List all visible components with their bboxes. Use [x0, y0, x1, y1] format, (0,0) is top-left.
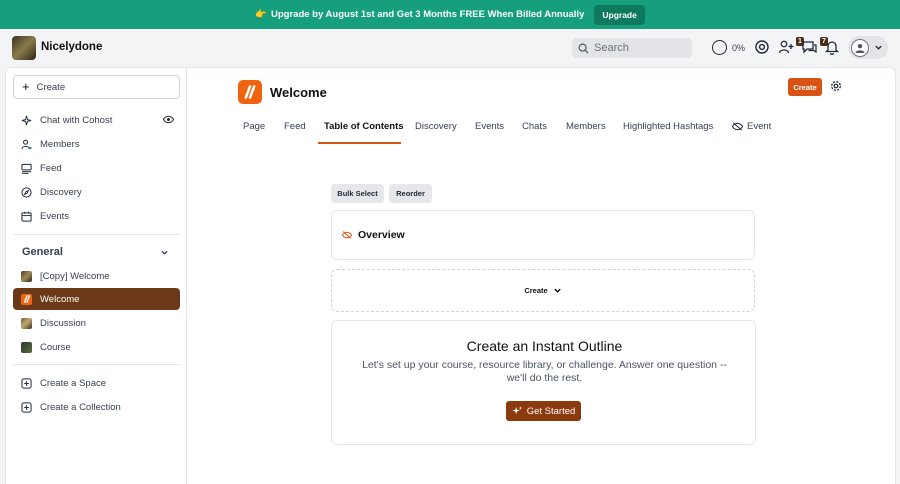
sidebar-space-course[interactable]: Course [13, 336, 180, 358]
community-logo[interactable] [12, 36, 36, 60]
sidebar-item-label: Members [40, 138, 80, 150]
messages-button[interactable]: 7 [801, 37, 828, 55]
get-started-button[interactable]: Get Started [506, 401, 581, 421]
tab-event[interactable]: Event [732, 121, 771, 132]
eye-icon[interactable] [163, 115, 174, 124]
sidebar-divider [13, 234, 180, 235]
sidebar-item-feed[interactable]: Feed [13, 157, 180, 179]
promo-banner: 👉 Upgrade by August 1st and Get 3 Months… [0, 0, 900, 29]
sidebar-item-label: Course [40, 341, 71, 353]
sidebar-item-label: Create a Collection [40, 401, 121, 413]
tab-members[interactable]: Members [566, 121, 606, 132]
plus-square-icon [21, 377, 32, 389]
page-title: Welcome [270, 85, 327, 100]
active-tab-indicator [318, 142, 401, 144]
outline-description: Let's set up your course, resource libra… [362, 359, 727, 384]
profile-menu[interactable] [848, 36, 888, 59]
sidebar-item-label: Create a Space [40, 377, 107, 389]
space-logo [238, 80, 262, 104]
plus-icon: + [22, 79, 30, 94]
feed-icon [21, 163, 32, 174]
compass-icon [21, 186, 32, 198]
instant-outline-card: Create an Instant Outline Let's set up y… [331, 320, 756, 445]
welcome-space-icon [21, 293, 32, 305]
progress-indicator[interactable]: 0% [712, 40, 745, 55]
bulk-select-button[interactable]: Bulk Select [331, 184, 384, 203]
space-thumbnail [21, 270, 32, 282]
sidebar-item-events[interactable]: Events [13, 205, 180, 227]
sidebar-item-label: Feed [40, 162, 62, 174]
sidebar-item-label: Discussion [40, 317, 86, 329]
sidebar-divider [13, 364, 180, 365]
sidebar-item-label: Discovery [40, 186, 82, 198]
create-space-button[interactable]: Create a Space [13, 372, 180, 394]
sparkle-icon [21, 115, 32, 125]
outline-title: Create an Instant Outline [466, 338, 623, 354]
sidebar-space-welcome[interactable]: Welcome [13, 288, 180, 310]
sidebar-item-members[interactable]: Members [13, 133, 180, 155]
tab-event-label: Event [747, 121, 772, 132]
cohost-gear-icon[interactable] [754, 39, 770, 55]
search-icon [578, 43, 589, 54]
overview-section[interactable]: Overview [331, 210, 755, 260]
tab-highlighted-hashtags[interactable]: Highlighted Hashtags [623, 121, 713, 132]
sidebar: + Create Chat with Cohost Members Feed D… [5, 67, 187, 484]
user-icon [855, 43, 865, 53]
create-collection-button[interactable]: Create a Collection [13, 396, 180, 418]
sidebar-create-label: Create [36, 81, 66, 93]
progress-value: 0% [732, 42, 746, 53]
sparkle-icon [512, 406, 522, 415]
members-icon [21, 139, 32, 149]
eye-off-icon [342, 231, 352, 239]
pointing-hand-icon: 👉 [255, 9, 267, 20]
space-logo-icon [244, 85, 256, 99]
space-tabs: Page Feed Table of Contents Discovery Ev… [187, 114, 896, 144]
create-dropdown-label: Create [524, 286, 548, 295]
sidebar-space-copy-welcome[interactable]: [Copy] Welcome [13, 265, 180, 287]
sidebar-item-chat-with-cohost[interactable]: Chat with Cohost [13, 109, 180, 131]
tab-page[interactable]: Page [243, 121, 265, 132]
sidebar-section-title[interactable]: General [22, 246, 63, 258]
chevron-down-icon [875, 45, 882, 50]
sidebar-item-label: Events [40, 210, 70, 222]
search-input[interactable] [594, 42, 684, 54]
tab-feed[interactable]: Feed [284, 121, 306, 132]
chevron-down-icon[interactable] [160, 248, 169, 257]
create-dropdown[interactable]: Create [331, 269, 755, 312]
chat-icon [802, 41, 817, 54]
sidebar-space-discussion[interactable]: Discussion [13, 312, 180, 334]
sidebar-item-discovery[interactable]: Discovery [13, 181, 180, 203]
bell-icon[interactable] [824, 39, 840, 55]
space-thumbnail [21, 317, 32, 329]
sidebar-item-label: Chat with Cohost [40, 114, 113, 126]
tab-events[interactable]: Events [475, 121, 504, 132]
progress-ring-icon [712, 40, 727, 55]
overview-label: Overview [358, 229, 405, 241]
search-box[interactable] [572, 38, 692, 58]
reorder-button[interactable]: Reorder [389, 184, 432, 203]
chevron-down-icon [553, 288, 561, 293]
plus-square-icon [21, 401, 32, 413]
main-content: Welcome Create Page Feed Table of Conten… [187, 67, 896, 484]
get-started-label: Get Started [526, 405, 576, 417]
tab-discovery[interactable]: Discovery [415, 121, 457, 132]
community-name[interactable]: Nicelydone [41, 41, 102, 53]
sidebar-item-label: [Copy] Welcome [40, 270, 110, 282]
promo-message: Upgrade by August 1st and Get 3 Months F… [271, 9, 585, 20]
invite-members-button[interactable]: 1 [778, 37, 804, 55]
settings-gear-icon[interactable] [830, 80, 842, 92]
create-button[interactable]: Create [788, 78, 822, 96]
sidebar-create-button[interactable]: + Create [13, 75, 180, 99]
top-bar: Nicelydone 0% 1 7 [0, 29, 900, 67]
tab-table-of-contents[interactable]: Table of Contents [324, 121, 404, 132]
space-thumbnail [21, 341, 32, 353]
add-user-icon [778, 40, 794, 54]
avatar [851, 38, 869, 57]
upgrade-button[interactable]: Upgrade [594, 4, 645, 25]
tab-chats[interactable]: Chats [522, 121, 547, 132]
sidebar-item-label: Welcome [40, 293, 80, 305]
calendar-icon [21, 211, 32, 222]
eye-off-icon [732, 122, 743, 131]
